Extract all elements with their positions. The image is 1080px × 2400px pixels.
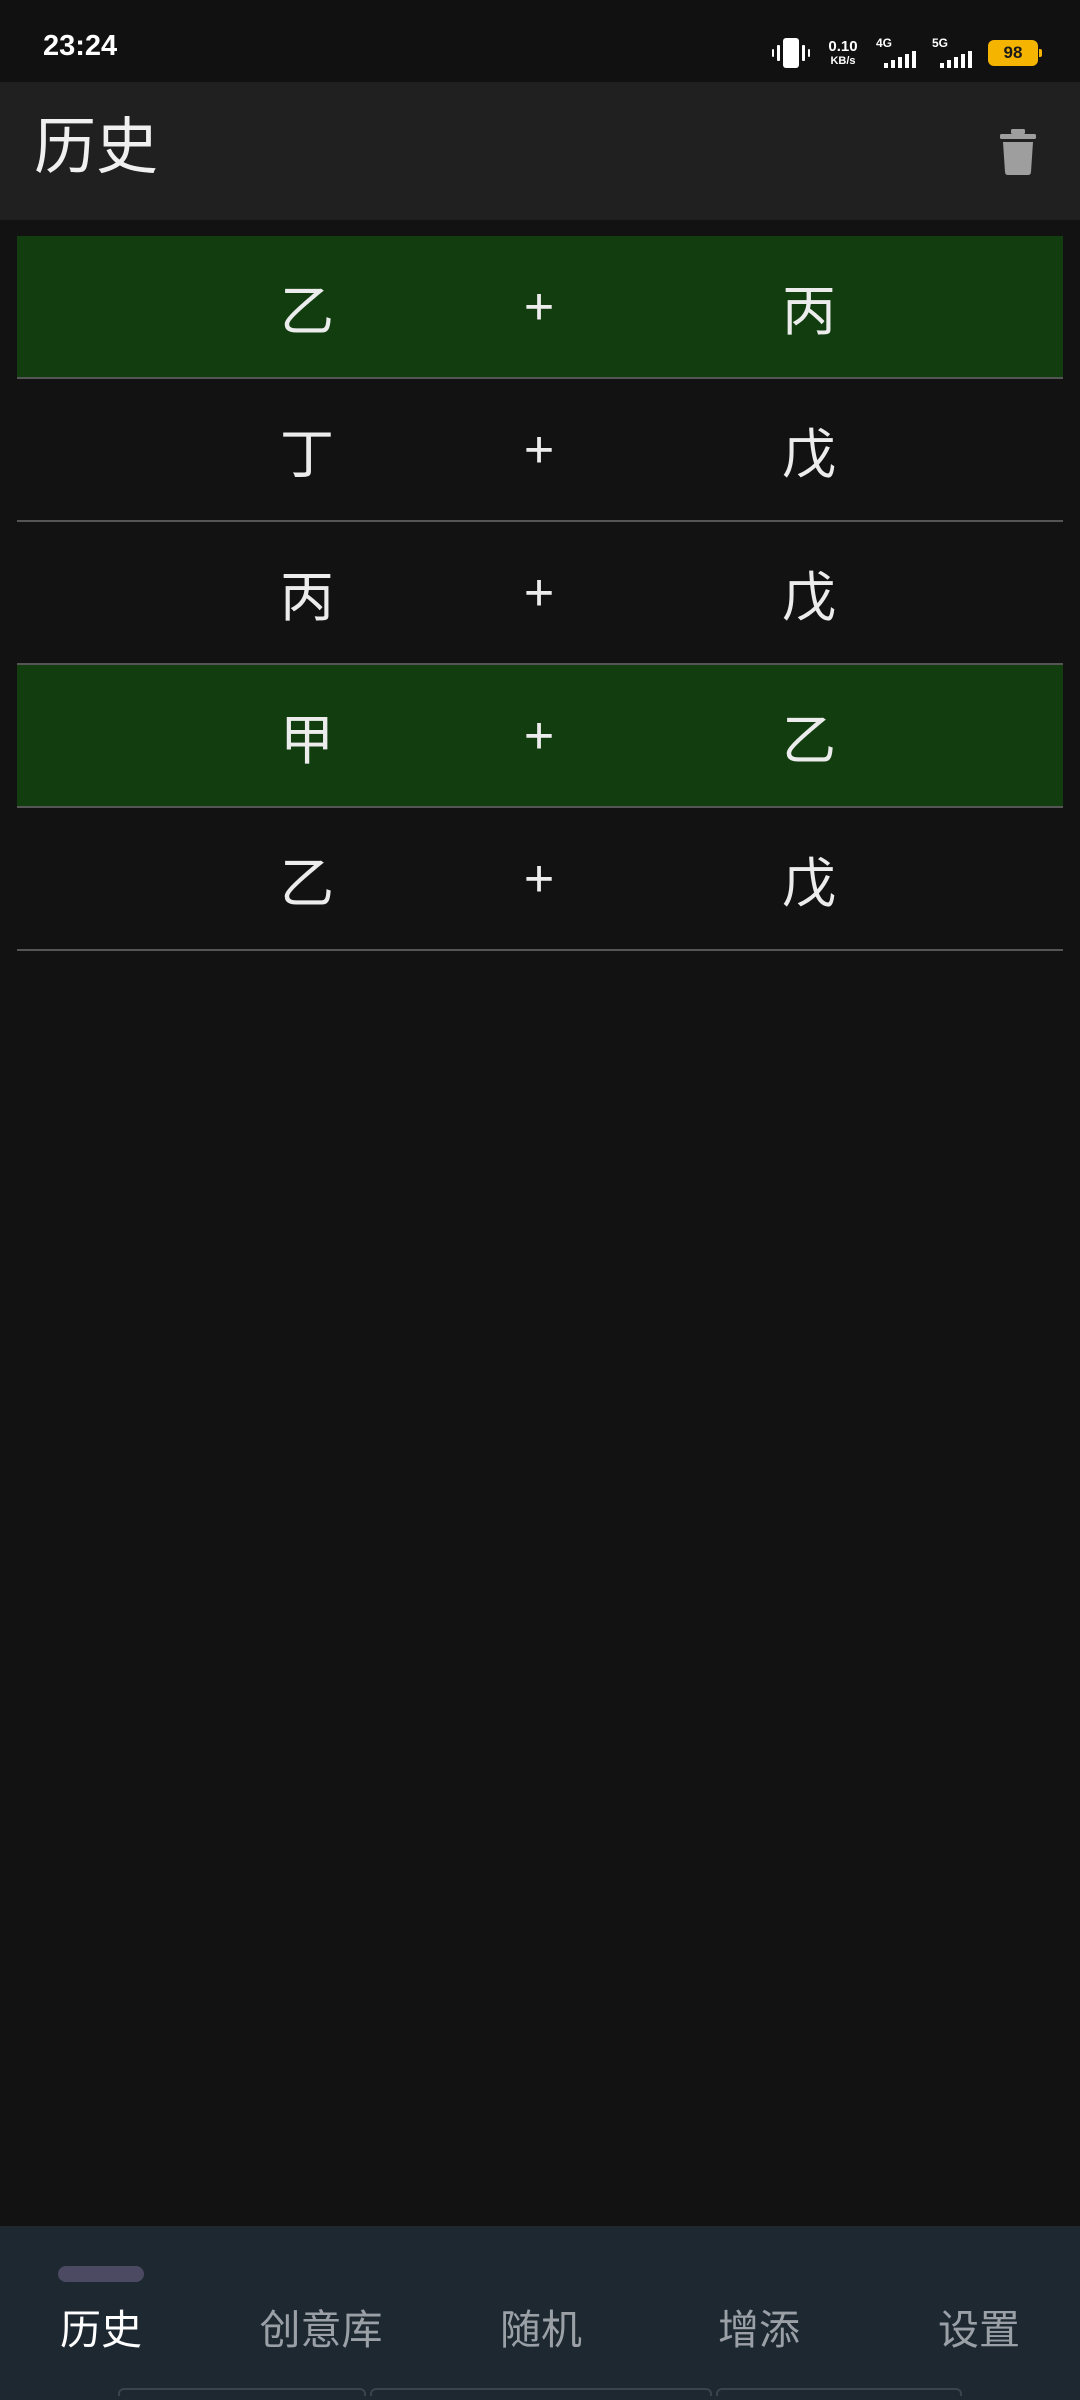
battery-icon: 98	[988, 40, 1042, 66]
history-item-left: 丙	[280, 566, 334, 629]
history-row[interactable]: 乙 + 丙	[17, 236, 1063, 379]
signal-4g-icon: 4G	[876, 36, 920, 70]
vibrate-icon	[772, 36, 810, 70]
history-row[interactable]: 丁 + 戊	[17, 379, 1063, 522]
signal-5g-label: 5G	[932, 36, 949, 50]
trash-icon	[1000, 129, 1036, 175]
status-icons: 0.10 KB/s 4G 5G 98	[772, 36, 1042, 70]
plus-sign: +	[523, 277, 555, 336]
page-title: 历史	[34, 110, 159, 183]
battery-level: 98	[1003, 43, 1023, 62]
signal-5g-icon: 5G	[932, 36, 976, 70]
network-speed: 0.10 KB/s	[822, 36, 864, 70]
nav-tab-random[interactable]: 随机	[460, 2296, 622, 2356]
plus-sign: +	[523, 706, 555, 765]
signal-4g-label: 4G	[876, 36, 893, 50]
network-speed-value: 0.10	[828, 38, 858, 55]
network-speed-unit: KB/s	[830, 55, 856, 67]
nav-tab-add[interactable]: 增添	[678, 2296, 840, 2356]
history-item-left: 乙	[280, 852, 334, 915]
nav-tab-idea-library[interactable]: 创意库	[240, 2296, 402, 2356]
history-list: 乙 + 丙 丁 + 戊 丙 + 戊 甲 + 乙 乙 + 戊	[17, 236, 1063, 951]
clear-history-button[interactable]	[986, 120, 1050, 184]
history-item-right: 戊	[782, 566, 836, 629]
app-bar: 历史	[0, 82, 1080, 220]
plus-sign: +	[523, 563, 555, 622]
history-item-right: 乙	[782, 709, 836, 772]
history-row[interactable]: 丙 + 戊	[17, 522, 1063, 665]
history-item-left: 乙	[280, 280, 334, 343]
active-tab-indicator	[58, 2266, 144, 2282]
status-time: 23:24	[43, 30, 118, 62]
nav-tab-settings[interactable]: 设置	[898, 2296, 1060, 2356]
plus-sign: +	[523, 849, 555, 908]
history-item-left: 甲	[280, 709, 334, 772]
bottom-navigation: 历史 创意库 随机 增添 设置	[0, 2226, 1080, 2400]
history-row[interactable]: 乙 + 戊	[17, 808, 1063, 951]
history-item-right: 丙	[782, 280, 836, 343]
plus-sign: +	[523, 420, 555, 479]
gesture-hint-bar	[118, 2388, 962, 2398]
nav-tab-history[interactable]: 历史	[20, 2296, 182, 2356]
history-item-right: 戊	[782, 852, 836, 915]
history-item-right: 戊	[782, 423, 836, 486]
status-bar: 23:24 0.10 KB/s 4G 5G 98	[0, 0, 1080, 82]
history-item-left: 丁	[280, 423, 334, 486]
history-row[interactable]: 甲 + 乙	[17, 665, 1063, 808]
